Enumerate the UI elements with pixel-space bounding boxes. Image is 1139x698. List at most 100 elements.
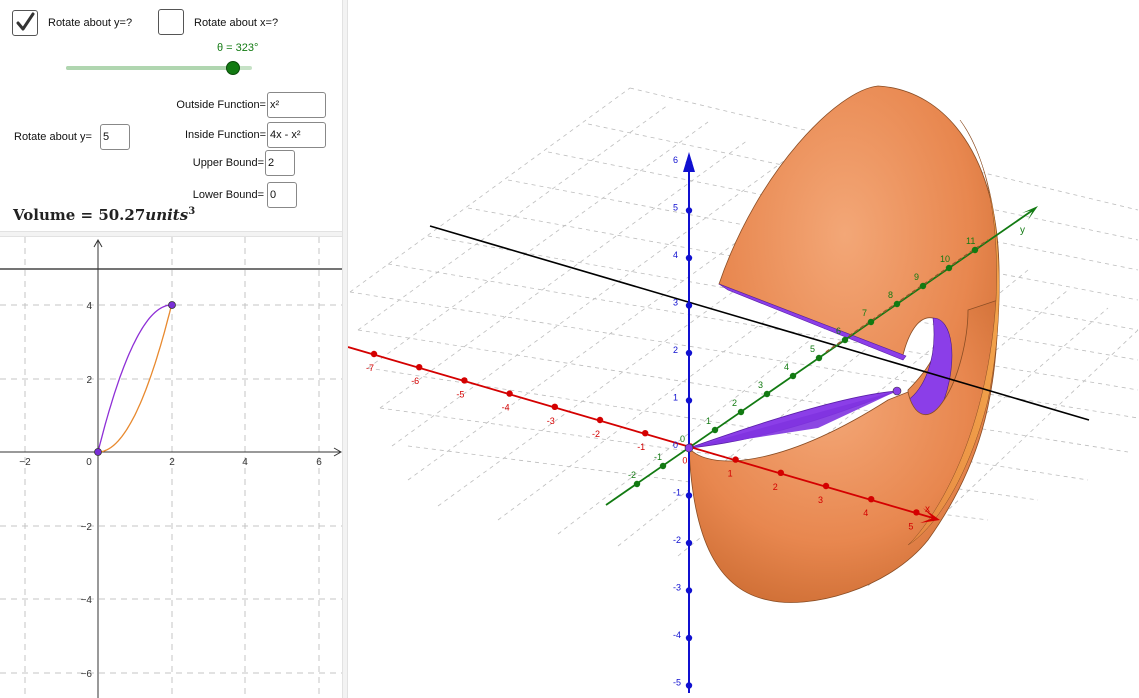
y-axis-tick-label: 8 xyxy=(888,290,893,300)
y-axis-tick xyxy=(919,282,927,290)
x-tick-label: 0 xyxy=(86,457,92,468)
lower-bound-input[interactable]: 0 xyxy=(267,182,297,208)
y-axis-tick xyxy=(867,318,875,326)
y-tick-label: 2 xyxy=(86,375,92,386)
y-axis-tick-label: 6 xyxy=(836,326,841,336)
y-tick-label: −2 xyxy=(81,522,93,533)
x-axis-tick xyxy=(551,403,558,410)
x-axis-tick xyxy=(461,377,468,384)
z-axis-tick-label: -3 xyxy=(673,583,681,593)
intersection-point[interactable] xyxy=(94,448,102,456)
graph2d-view[interactable]: −2 0 2 4 6 4 2 −2 −4 −6 xyxy=(0,237,342,698)
z-axis-tick xyxy=(685,682,693,689)
x-axis-tick xyxy=(777,469,784,476)
y-tick-label: 4 xyxy=(86,301,92,312)
x-axis-tick-label: 4 xyxy=(863,508,868,518)
y-axis-tick xyxy=(971,246,979,254)
volume-prefix: Volume = xyxy=(13,206,99,224)
x-axis-tick-label: -2 xyxy=(592,429,600,439)
y-axis-tick xyxy=(633,480,641,488)
z-axis-tick-label: 5 xyxy=(673,203,678,213)
x-axis-tick xyxy=(868,496,875,503)
y-axis-tick-label: 4 xyxy=(784,362,789,372)
y-axis-tick xyxy=(893,300,901,308)
origin-point-3d[interactable] xyxy=(684,443,694,453)
rotate-y-label: Rotate about y=? xyxy=(48,17,133,29)
z-axis-tick xyxy=(685,349,693,357)
z-axis-tick-label: 4 xyxy=(673,250,678,260)
z-axis-tick xyxy=(685,159,693,167)
outside-function-label: Outside Function= xyxy=(176,99,266,111)
y-tick-labels-2d: 4 2 −2 −4 −6 xyxy=(81,301,93,680)
x-axis-tick-label: 0 xyxy=(682,455,687,465)
theta-slider-label: θ = 323° xyxy=(217,42,259,54)
x-axis-tick xyxy=(913,509,920,516)
x-tick-label: 4 xyxy=(242,457,248,468)
y-axis-tick-label: -1 xyxy=(654,452,662,462)
x-axis-tick xyxy=(370,350,378,358)
x-axis-tick-label: -7 xyxy=(366,363,374,373)
z-axis-tick-label: -4 xyxy=(673,630,681,640)
slider-knob[interactable] xyxy=(225,61,240,75)
z-axis-tick xyxy=(685,254,693,262)
x-axis-tick xyxy=(596,416,604,424)
outside-function-input[interactable]: x² xyxy=(267,92,326,118)
y-axis-tick xyxy=(659,462,667,470)
y-axis-tick-label: 0 xyxy=(680,434,685,444)
volume-value: 50.27 xyxy=(98,206,146,224)
z-axis-tick-label: 1 xyxy=(673,393,678,403)
x-axis-tick-label: -4 xyxy=(502,403,510,413)
z-axis-tick-label: 0 xyxy=(673,440,678,450)
x-tick-labels-2d: −2 0 2 4 6 xyxy=(19,457,322,468)
z-axis-tick xyxy=(685,492,693,499)
x-axis-tick xyxy=(822,482,830,490)
y-axis-tick xyxy=(711,426,719,434)
y-axis-tick-label: 9 xyxy=(914,272,919,282)
x-tick-label: 2 xyxy=(169,457,175,468)
z-axis-tick xyxy=(685,397,693,404)
volume-unit: units xyxy=(145,206,189,224)
y-axis-tick-label: 10 xyxy=(940,254,950,264)
graph3d-view[interactable]: -7-6-5-4-3-2-1012345 x -2-10123456789101… xyxy=(348,0,1139,698)
y-axis-tick-label: 2 xyxy=(732,398,737,408)
z-axis-tick xyxy=(685,302,693,309)
rotate-about-y-label: Rotate about y= xyxy=(14,131,92,143)
x-axis-tick xyxy=(416,364,423,371)
y-axis-tick xyxy=(815,354,823,362)
y-axis-tick-label: 7 xyxy=(862,308,867,318)
z-axis-tick xyxy=(685,539,693,547)
x-axis-tick-label: -3 xyxy=(547,416,555,426)
upper-bound-label: Upper Bound= xyxy=(192,157,264,169)
z-axis-tick xyxy=(685,587,693,594)
x-axis-tick-label: 1 xyxy=(728,469,733,479)
y-axis-tick-label: 11 xyxy=(966,236,975,246)
intersection-point[interactable] xyxy=(168,301,176,309)
z-axis-tick-label: 3 xyxy=(673,298,678,308)
y-axis-tick xyxy=(945,264,953,272)
x-tick-label: −2 xyxy=(19,457,31,468)
x-axis-tick-label: 3 xyxy=(818,495,823,505)
x-axis-tick-label: -6 xyxy=(411,376,419,386)
x-axis-tick-label: -5 xyxy=(456,389,464,399)
x-axis-tick-label: -1 xyxy=(637,442,645,452)
y-tick-label: −6 xyxy=(81,669,93,680)
rotate-about-y-input[interactable]: 5 xyxy=(100,124,130,150)
theta-slider[interactable] xyxy=(66,60,252,76)
rotate-x-checkbox[interactable] xyxy=(158,9,184,35)
y-axis-tick xyxy=(841,336,849,344)
slider-fill xyxy=(66,66,233,70)
rotate-y-checkbox[interactable] xyxy=(12,10,38,36)
inside-function-input[interactable]: 4x - x² xyxy=(267,122,326,148)
inside-function-label: Inside Function= xyxy=(184,129,266,141)
y-axis-tick-label: 3 xyxy=(758,380,763,390)
curve-endpoint-3d[interactable] xyxy=(892,386,902,396)
x-axis-name: x xyxy=(925,504,930,515)
y-axis-tick xyxy=(737,408,745,416)
z-axis-tick-label: 2 xyxy=(673,345,678,355)
z-axis-tick-label: -2 xyxy=(673,535,681,545)
y-axis-tick-label: -2 xyxy=(628,470,636,480)
x-axis-tick-label: 2 xyxy=(773,482,778,492)
volume-exponent: 3 xyxy=(188,206,196,217)
x-tick-label: 6 xyxy=(316,457,322,468)
upper-bound-input[interactable]: 2 xyxy=(265,150,295,176)
